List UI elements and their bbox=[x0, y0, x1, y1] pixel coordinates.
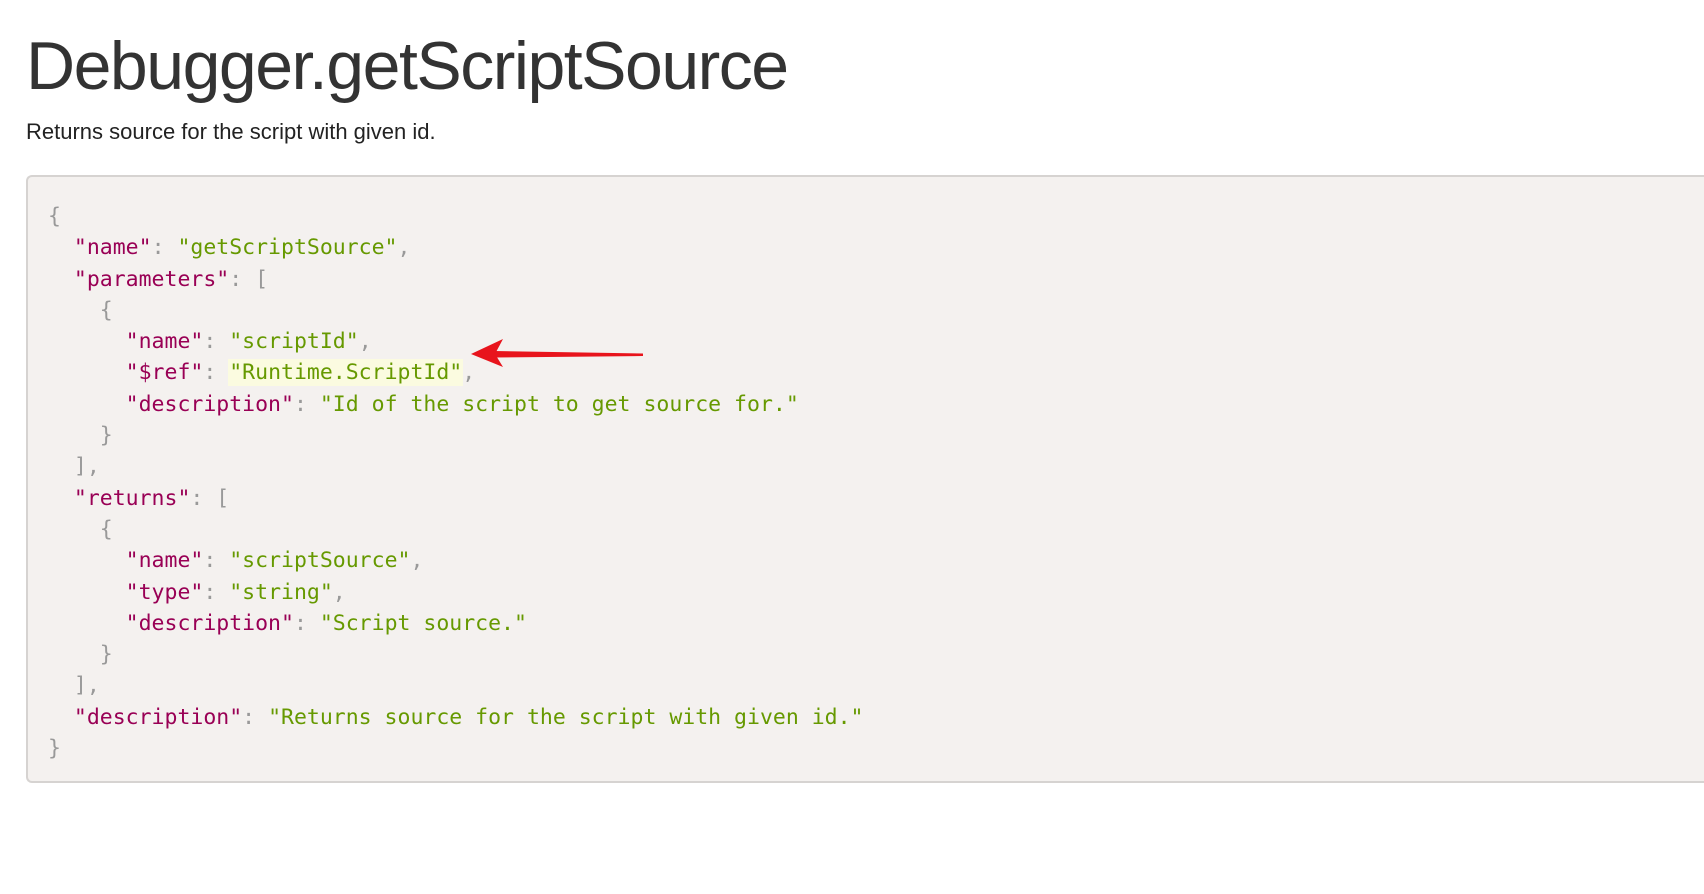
json-punctuation: , bbox=[332, 579, 346, 605]
json-punctuation: } bbox=[99, 642, 113, 668]
json-punctuation: : bbox=[203, 360, 230, 386]
json-punctuation: ], bbox=[73, 454, 100, 480]
json-key: "$ref" bbox=[125, 360, 204, 386]
json-punctuation: , bbox=[410, 548, 424, 574]
json-punctuation: } bbox=[48, 736, 61, 762]
code-line: { bbox=[48, 295, 864, 326]
code-line: "type": "string", bbox=[48, 577, 864, 608]
json-string-value: "scriptId" bbox=[229, 329, 359, 355]
code-panel: { "name": "getScriptSource", "parameters… bbox=[26, 175, 1704, 783]
json-string-value: "Returns source for the script with give… bbox=[268, 704, 864, 730]
json-punctuation: : bbox=[242, 704, 269, 730]
code-line: "description": "Returns source for the s… bbox=[48, 702, 864, 733]
code-line: } bbox=[48, 733, 864, 764]
json-punctuation: : [ bbox=[190, 485, 230, 511]
json-punctuation: , bbox=[397, 235, 411, 261]
code-line: } bbox=[48, 420, 864, 451]
json-punctuation: , bbox=[358, 329, 372, 355]
arrow-shaft bbox=[494, 351, 643, 358]
json-key: "description" bbox=[73, 704, 243, 730]
json-string-value: "getScriptSource" bbox=[177, 235, 398, 261]
code-line: ], bbox=[48, 670, 864, 701]
json-punctuation: : bbox=[203, 329, 230, 355]
json-punctuation: : bbox=[203, 548, 230, 574]
json-punctuation: ], bbox=[73, 673, 100, 699]
json-key: "name" bbox=[125, 329, 204, 355]
json-string-value: "scriptSource" bbox=[229, 548, 411, 574]
code-line: "description": "Id of the script to get … bbox=[48, 389, 864, 420]
json-punctuation: : bbox=[293, 610, 320, 636]
json-key: "returns" bbox=[73, 485, 191, 511]
code-line: ], bbox=[48, 451, 864, 482]
json-punctuation: : bbox=[293, 391, 320, 417]
json-key: "name" bbox=[73, 235, 152, 261]
code-line: "name": "scriptSource", bbox=[48, 545, 864, 576]
json-punctuation: : [ bbox=[229, 266, 269, 292]
code-line: "$ref": "Runtime.ScriptId", bbox=[48, 357, 864, 388]
code-line: { bbox=[48, 201, 864, 232]
page-description: Returns source for the script with given… bbox=[26, 119, 436, 144]
json-punctuation: { bbox=[99, 516, 113, 542]
code-line: "returns": [ bbox=[48, 483, 864, 514]
code-line: } bbox=[48, 639, 864, 670]
code-line: { bbox=[48, 514, 864, 545]
highlighted-ref-value: "Runtime.ScriptId" bbox=[229, 360, 463, 386]
json-punctuation: { bbox=[48, 204, 61, 229]
json-string-value: "Id of the script to get source for." bbox=[319, 391, 799, 417]
json-key: "description" bbox=[125, 610, 294, 636]
code-line: "name": "scriptId", bbox=[48, 326, 864, 357]
json-punctuation: : bbox=[203, 579, 230, 605]
json-punctuation: : bbox=[151, 235, 178, 261]
json-string-value: "Script source." bbox=[319, 610, 527, 636]
json-punctuation: } bbox=[99, 423, 113, 449]
json-string-value: "string" bbox=[229, 579, 333, 605]
code-line: "parameters": [ bbox=[48, 264, 864, 295]
json-key: "name" bbox=[125, 548, 204, 574]
json-punctuation: { bbox=[99, 297, 113, 323]
json-key: "parameters" bbox=[73, 266, 230, 292]
json-code-block: { "name": "getScriptSource", "parameters… bbox=[48, 201, 864, 764]
code-line: "description": "Script source." bbox=[48, 608, 864, 639]
page-title: Debugger.getScriptSource bbox=[26, 28, 789, 104]
annotation-arrow-icon bbox=[471, 339, 643, 367]
json-key: "description" bbox=[125, 391, 294, 417]
json-key: "type" bbox=[125, 579, 204, 605]
code-line: "name": "getScriptSource", bbox=[48, 232, 864, 263]
